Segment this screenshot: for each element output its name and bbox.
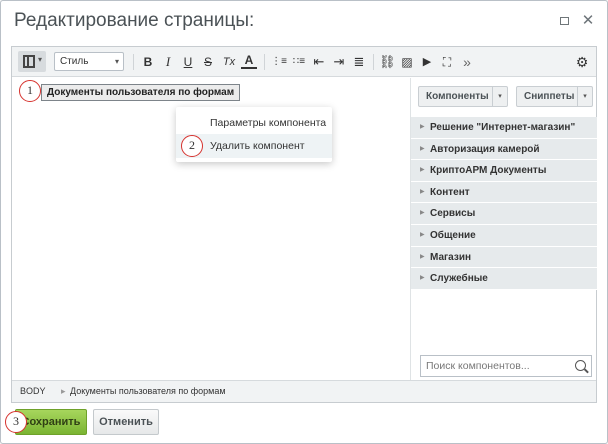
components-sidepanel: Компоненты ▾ Сниппеты ▾ ▶ Решение "Интерн… <box>410 78 597 380</box>
step-badge: 1 <box>19 80 41 102</box>
clear-format-icon[interactable]: Tx <box>220 52 238 72</box>
edit-page-dialog: Редактирование страницы: ✕ ▾ Стиль ▾ B I… <box>0 0 608 444</box>
style-select[interactable]: Стиль ▾ <box>54 52 124 71</box>
align-icon[interactable]: ≣ <box>351 52 367 72</box>
expand-arrow-icon: ▶ <box>420 124 425 130</box>
video-icon[interactable]: ▶ <box>419 52 435 72</box>
indent-icon[interactable]: ⇥ <box>331 52 347 72</box>
component-group[interactable]: ▶ Решение "Интернет-магазин" <box>411 117 597 139</box>
style-select-value: Стиль <box>60 56 89 67</box>
expand-arrow-icon: ▶ <box>420 145 425 152</box>
view-mode-button[interactable]: ▾ <box>18 51 46 72</box>
dialog-title: Редактирование страницы: <box>14 10 255 31</box>
component-group[interactable]: ▶ Общение <box>411 224 597 247</box>
more-icon[interactable]: » <box>459 52 475 72</box>
close-icon[interactable]: ✕ <box>581 13 595 28</box>
component-group[interactable]: ▶ Контент <box>411 181 597 204</box>
ordered-list-icon[interactable]: ⋮≡ <box>271 52 287 72</box>
component-group[interactable]: ▶ КриптоАРМ Документы <box>411 160 597 182</box>
component-group[interactable]: ▶ Служебные <box>411 268 597 290</box>
component-group[interactable]: ▶ Магазин <box>411 246 597 269</box>
component-group[interactable]: ▶ Авторизация камерой <box>411 138 597 161</box>
settings-icon[interactable]: ⚙ <box>574 52 590 72</box>
dialog-titlebar: Редактирование страницы: ✕ <box>1 1 607 41</box>
expand-arrow-icon: ▶ <box>420 253 425 260</box>
component-chip[interactable]: Документы пользователя по формам <box>41 84 241 101</box>
cancel-button[interactable]: Отменить <box>93 409 159 435</box>
breadcrumb-component[interactable]: Документы пользователя по формам <box>70 381 226 402</box>
component-search <box>420 355 592 377</box>
components-button[interactable]: Компоненты ▾ <box>418 86 508 107</box>
link-icon[interactable]: ⛓ <box>379 52 396 72</box>
step-badge: 2 <box>181 135 203 157</box>
underline-icon[interactable]: U <box>180 52 196 72</box>
chevron-down-icon: ▾ <box>38 55 43 64</box>
editor-statusbar: BODY ▸ Документы пользователя по формам <box>12 380 596 402</box>
expand-arrow-icon: ▶ <box>420 275 425 282</box>
expand-arrow-icon: ▶ <box>420 188 425 195</box>
font-color-icon[interactable]: A <box>241 52 257 69</box>
chevron-down-icon[interactable]: ▾ <box>577 87 592 106</box>
component-group[interactable]: ▶ Сервисы <box>411 203 597 225</box>
snippets-button-label: Сниппеты <box>524 91 575 102</box>
expand-arrow-icon: ▶ <box>420 167 425 174</box>
unordered-list-icon[interactable]: ∷≡ <box>291 52 307 72</box>
search-icon[interactable] <box>575 360 586 371</box>
snippets-button[interactable]: Сниппеты ▾ <box>516 86 593 107</box>
breadcrumb-body[interactable]: BODY <box>20 381 46 402</box>
outdent-icon[interactable]: ⇤ <box>311 52 327 72</box>
italic-icon[interactable]: I <box>160 52 176 72</box>
expand-arrow-icon: ▶ <box>420 210 425 217</box>
breadcrumb-separator: ▸ <box>61 386 66 396</box>
chevron-down-icon[interactable]: ▾ <box>492 87 507 106</box>
view-mode-icon <box>23 55 35 68</box>
step-badge: 3 <box>5 411 27 433</box>
image-icon[interactable]: ▨ <box>399 52 415 72</box>
fullscreen-icon[interactable]: ⛶ <box>439 52 455 72</box>
toolbar-divider <box>133 54 134 70</box>
strikethrough-icon[interactable]: S <box>200 52 216 72</box>
components-list: ▶ Решение "Интернет-магазин" ▶ Авторизация… <box>411 117 597 290</box>
components-button-label: Компоненты <box>426 91 489 102</box>
html-editor: ▾ Стиль ▾ B I U S Tx A ⋮≡ ∷≡ ⇤ ⇥ ≣ ⛓ ▨ ▶… <box>11 46 597 403</box>
component-search-input[interactable] <box>421 356 571 376</box>
context-menu-component-params[interactable]: Параметры компонента <box>176 111 332 135</box>
maximize-icon[interactable] <box>557 14 571 28</box>
toolbar-divider <box>373 54 374 70</box>
toolbar-divider <box>264 54 265 70</box>
editor-toolbar: ▾ Стиль ▾ B I U S Tx A ⋮≡ ∷≡ ⇤ ⇥ ≣ ⛓ ▨ ▶… <box>12 47 596 77</box>
chevron-down-icon: ▾ <box>114 57 119 66</box>
bold-icon[interactable]: B <box>140 52 156 72</box>
expand-arrow-icon: ▶ <box>420 231 425 238</box>
